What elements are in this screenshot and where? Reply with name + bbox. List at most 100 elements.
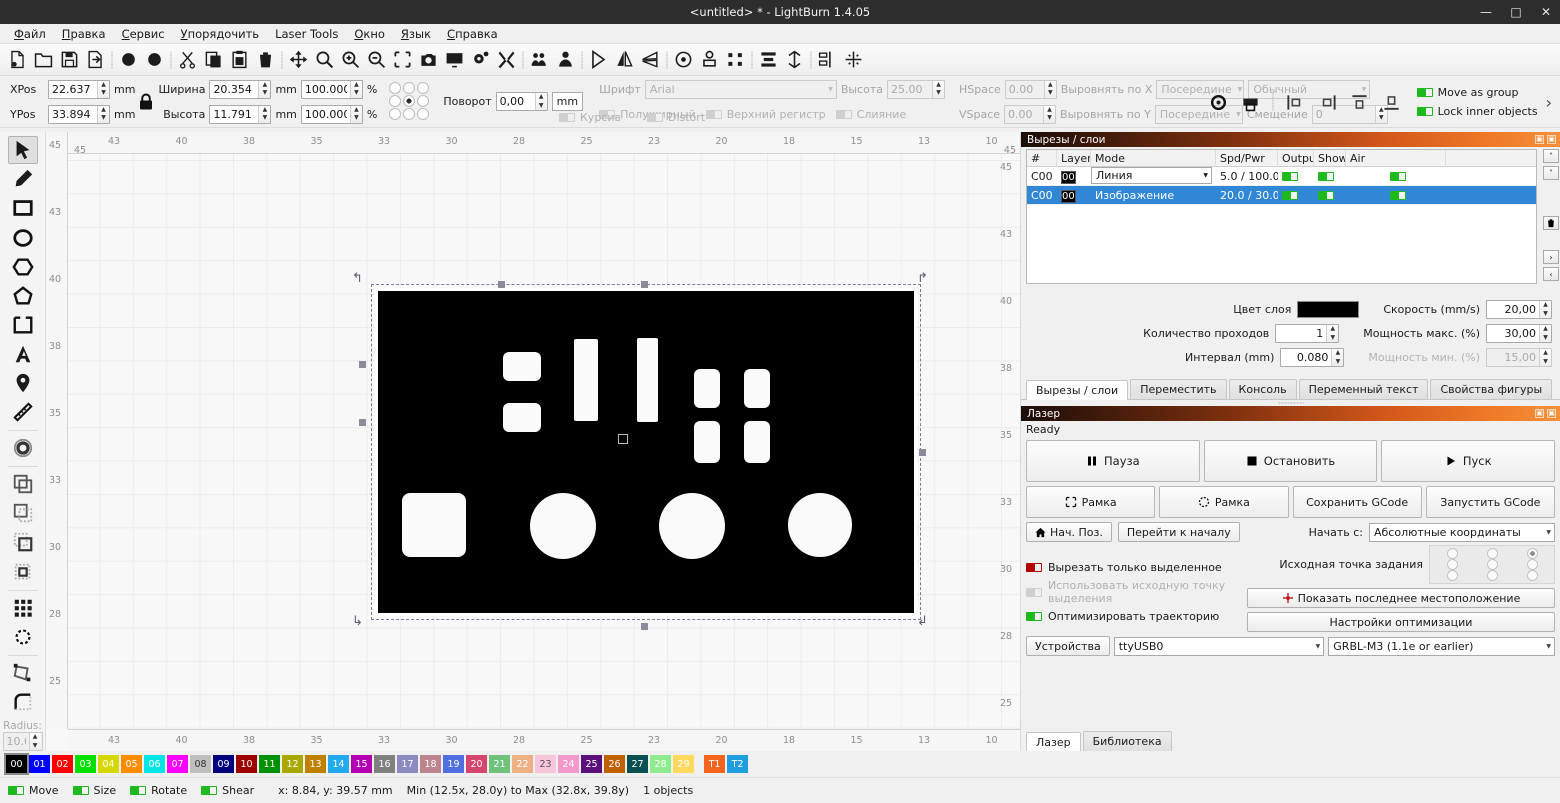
speed-field[interactable] — [1487, 301, 1539, 318]
port-combo[interactable]: ttyUSB0 ▼ — [1113, 636, 1325, 656]
menu-item-3[interactable]: Упорядочить — [173, 25, 268, 43]
optimize-path-toggle[interactable]: Оптимизировать траекторию — [1026, 610, 1241, 623]
rotate-handle-bottom-left[interactable]: ↳ — [352, 615, 365, 628]
shear-toggle[interactable]: Shear — [201, 784, 254, 797]
resize-handle-bottom[interactable] — [641, 623, 648, 630]
align-right-icon[interactable] — [1315, 89, 1341, 115]
vspace-field[interactable] — [1005, 105, 1044, 123]
layer-color-chip[interactable]: 00 — [1061, 189, 1076, 203]
palette-chip-26[interactable]: 26 — [604, 755, 625, 773]
resize-handle-top-center[interactable] — [641, 281, 648, 288]
palette-chip-16[interactable]: 16 — [374, 755, 395, 773]
cut-selected-toggle[interactable]: Вырезать только выделенное — [1026, 561, 1241, 574]
palette-chip-02[interactable]: 02 — [52, 755, 73, 773]
power-min-input[interactable]: ▲▼ — [1486, 348, 1552, 367]
italic-toggle[interactable]: Курсив — [559, 111, 621, 124]
rotate-handle-top-left[interactable]: ↰ — [352, 272, 365, 285]
width-input[interactable]: ▲▼ — [209, 79, 272, 99]
zoom-in-icon[interactable] — [337, 47, 363, 73]
palette-chip-08[interactable]: 08 — [190, 755, 211, 773]
palette-chip-01[interactable]: 01 — [29, 755, 50, 773]
vspace-input[interactable]: ▲▼ — [1004, 104, 1057, 124]
fillet-tool[interactable] — [8, 688, 38, 716]
anchor-center[interactable] — [403, 95, 416, 107]
origin-bottom-center[interactable] — [1486, 570, 1498, 581]
run-gcode-button[interactable]: Запустить GCode — [1425, 486, 1555, 518]
bottom-tab-0[interactable]: Лазер — [1026, 732, 1081, 752]
height-percent-field[interactable] — [301, 105, 350, 123]
minimize-button[interactable]: — — [1476, 2, 1496, 22]
boolean-intersect-tool[interactable] — [8, 528, 38, 556]
devices-button[interactable]: Устройства — [1026, 636, 1110, 656]
bracket-tool[interactable] — [8, 311, 38, 339]
shape-small-rect-2[interactable] — [744, 369, 770, 408]
lock-aspect-ratio-button[interactable] — [135, 85, 157, 119]
palette-chip-15[interactable]: 15 — [351, 755, 372, 773]
select-tool[interactable] — [7, 136, 38, 165]
cuts-table[interactable]: #LayerModeSpd/PwrOutputShowAir C00 00 Лини… — [1026, 149, 1537, 284]
palette-chip-10[interactable]: 10 — [236, 755, 257, 773]
monitor-icon[interactable] — [441, 47, 467, 73]
power-min-field[interactable] — [1487, 349, 1539, 366]
optimization-settings-button[interactable]: Настройки оптимизации — [1247, 612, 1555, 632]
shape-small-rect-1[interactable] — [694, 369, 720, 408]
menu-item-1[interactable]: Правка — [54, 25, 114, 43]
open-file-icon[interactable] — [30, 47, 56, 73]
array-distribute-icon[interactable] — [840, 47, 866, 73]
height-input[interactable]: ▲▼ — [209, 104, 272, 124]
menu-item-2[interactable]: Сервис — [114, 25, 173, 43]
frame-button[interactable]: Рамка — [1026, 486, 1156, 518]
anchor-bottom-right[interactable] — [417, 108, 430, 120]
menu-item-6[interactable]: Язык — [393, 25, 439, 43]
origin-top-left[interactable] — [1446, 548, 1458, 559]
measure-tool[interactable] — [8, 398, 38, 426]
dock-tab-2[interactable]: Консоль — [1228, 379, 1297, 399]
home-button[interactable]: Нач. Поз. — [1026, 522, 1112, 542]
pause-button[interactable]: Пауза — [1026, 440, 1200, 482]
ypos-input[interactable]: ▲▼ — [48, 104, 110, 124]
interval-input[interactable]: ▲▼ — [1280, 348, 1345, 367]
layer-color-chip[interactable]: 00 — [1061, 170, 1076, 184]
width-percent-input[interactable]: ▲▼ — [300, 79, 363, 99]
group-icon[interactable] — [526, 47, 552, 73]
palette-chip-03[interactable]: 03 — [75, 755, 96, 773]
maximize-button[interactable]: □ — [1506, 2, 1526, 22]
move-layer-down-button[interactable]: ˅ — [1543, 166, 1559, 180]
passes-field[interactable] — [1276, 325, 1327, 342]
distort-toggle[interactable]: Distort — [646, 111, 705, 124]
target-icon[interactable] — [670, 47, 696, 73]
frame-round-button[interactable]: Рамка — [1159, 486, 1289, 518]
origin-middle-right[interactable] — [1526, 559, 1538, 570]
layer-toggle[interactable] — [1390, 190, 1406, 200]
height-percent-input[interactable]: ▲▼ — [300, 104, 363, 124]
palette-chip-14[interactable]: 14 — [328, 755, 349, 773]
palette-chip-25[interactable]: 25 — [581, 755, 602, 773]
anchor-top-right[interactable] — [417, 82, 430, 94]
shape-square-large[interactable] — [402, 493, 466, 557]
anchor-bottom-left[interactable] — [389, 108, 402, 120]
palette-chip-21[interactable]: 21 — [489, 755, 510, 773]
artboard-image[interactable] — [375, 288, 917, 616]
resize-handle-right[interactable] — [919, 449, 926, 456]
next-layer-button[interactable]: › — [1543, 250, 1559, 264]
save-gcode-button[interactable]: Сохранить GCode — [1292, 486, 1422, 518]
origin-bottom-right[interactable] — [1526, 570, 1538, 581]
copy-icon[interactable] — [200, 47, 226, 73]
palette-chip-29[interactable]: 29 — [673, 755, 694, 773]
palette-chip-07[interactable]: 07 — [167, 755, 188, 773]
zoom-out-icon[interactable] — [363, 47, 389, 73]
palette-chip-T2[interactable]: T2 — [727, 755, 748, 773]
prev-layer-button[interactable]: ‹ — [1543, 267, 1559, 281]
start-button[interactable]: Пуск — [1381, 440, 1556, 482]
xpos-field[interactable] — [49, 80, 97, 98]
boolean-union-tool[interactable] — [8, 470, 38, 498]
stop-button[interactable]: Остановить — [1203, 440, 1378, 482]
align-left-icon[interactable] — [1283, 89, 1309, 115]
palette-chip-20[interactable]: 20 — [466, 755, 487, 773]
redo-icon[interactable] — [141, 47, 167, 73]
dock-tab-0[interactable]: Вырезы / слои — [1026, 380, 1129, 400]
float-laser-panel-icon[interactable]: ▣ — [1535, 409, 1544, 418]
height-field[interactable] — [210, 105, 259, 123]
dock-tab-4[interactable]: Свойства фигуры — [1430, 379, 1553, 399]
marker-tool[interactable] — [8, 369, 38, 397]
